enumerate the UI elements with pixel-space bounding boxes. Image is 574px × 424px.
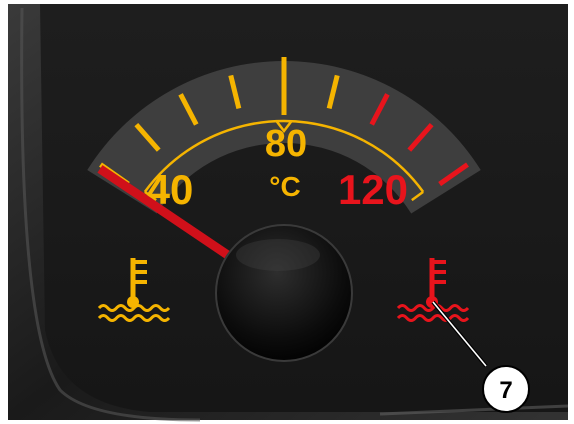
unit-label: °C	[269, 171, 300, 202]
scale-label-mid: 80	[265, 123, 307, 165]
needle-hub-sheen	[236, 239, 320, 271]
coolant-gauge-figure: 40 80 120 °C 7	[8, 4, 569, 422]
scale-label-high: 120	[338, 166, 408, 213]
callout-number: 7	[499, 377, 512, 404]
